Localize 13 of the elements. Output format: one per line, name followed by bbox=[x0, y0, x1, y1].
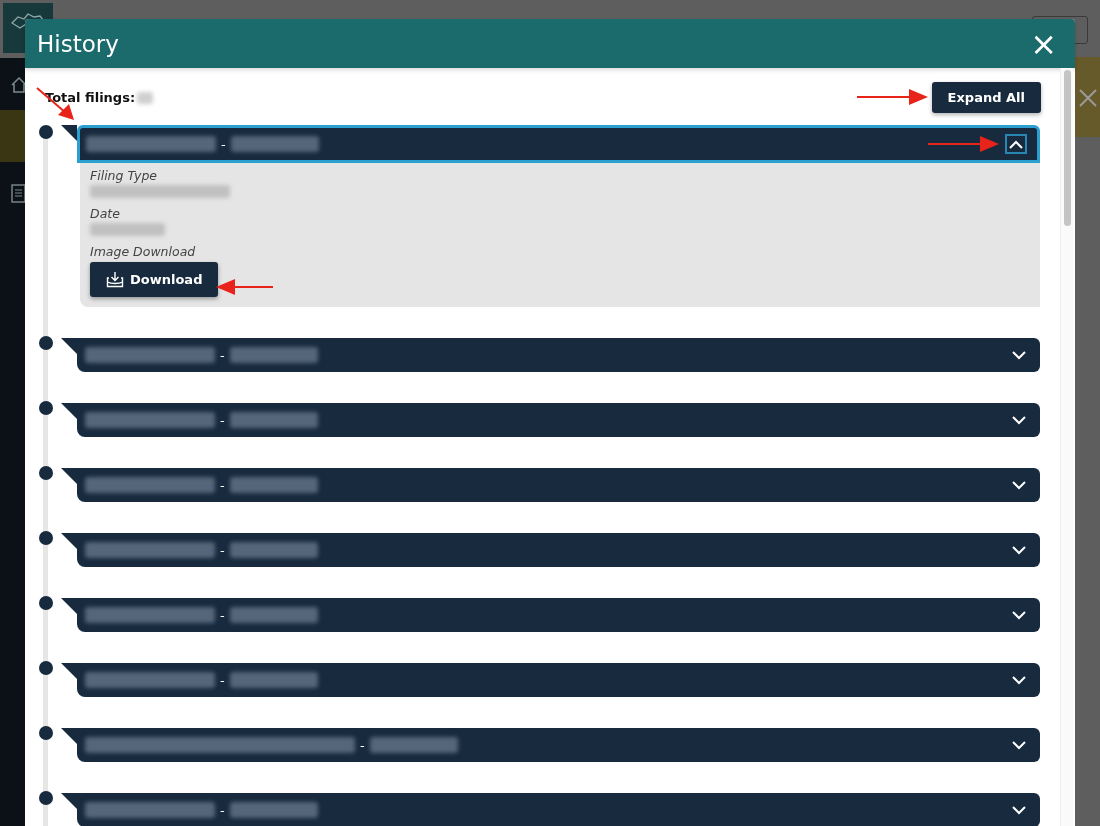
separator: - bbox=[220, 136, 227, 152]
field-label: Image Download bbox=[90, 244, 196, 259]
separator: - bbox=[219, 412, 226, 428]
separator: - bbox=[219, 672, 226, 688]
separator: - bbox=[219, 542, 226, 558]
dialog-title: History bbox=[37, 30, 119, 57]
separator: - bbox=[219, 477, 226, 493]
field-label: Filing Type bbox=[90, 168, 157, 183]
separator: - bbox=[219, 802, 226, 818]
separator: - bbox=[359, 737, 366, 753]
separator: - bbox=[219, 347, 226, 363]
separator: - bbox=[219, 607, 226, 623]
field-label: Date bbox=[90, 206, 120, 221]
